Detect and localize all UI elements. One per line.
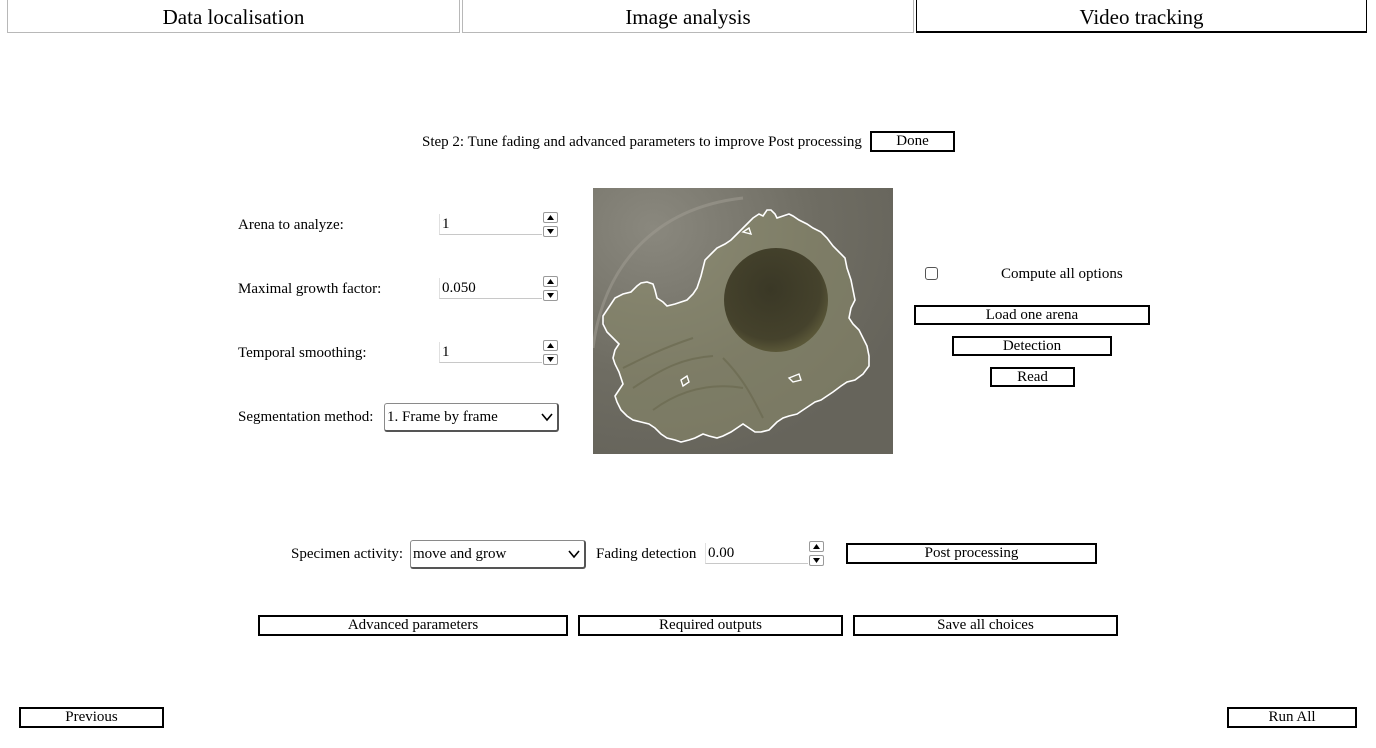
segmentation-select[interactable]: 1. Frame by frame — [384, 403, 559, 432]
tab-data-localisation[interactable]: Data localisation — [7, 0, 460, 33]
smoothing-decrement-button[interactable] — [543, 354, 558, 365]
smoothing-increment-button[interactable] — [543, 340, 558, 351]
fading-detection-input[interactable] — [705, 543, 808, 564]
step-instruction: Step 2: Tune fading and advanced paramet… — [422, 134, 862, 150]
previous-button[interactable]: Previous — [19, 707, 164, 728]
save-all-choices-button[interactable]: Save all choices — [853, 615, 1118, 636]
arena-preview-image — [593, 188, 893, 454]
triangle-down-icon — [547, 357, 554, 362]
tab-label: Data localisation — [162, 5, 305, 29]
triangle-down-icon — [813, 558, 820, 563]
compute-all-label: Compute all options — [1001, 266, 1123, 282]
triangle-up-icon — [813, 544, 820, 549]
smoothing-input[interactable] — [439, 342, 542, 363]
advanced-parameters-button[interactable]: Advanced parameters — [258, 615, 568, 636]
chevron-down-icon — [568, 550, 580, 559]
read-button[interactable]: Read — [990, 367, 1075, 387]
growth-increment-button[interactable] — [543, 276, 558, 287]
triangle-up-icon — [547, 343, 554, 348]
specimen-activity-label: Specimen activity: — [291, 546, 404, 562]
run-all-button[interactable]: Run All — [1227, 707, 1357, 728]
fading-increment-button[interactable] — [809, 541, 824, 552]
colony-center — [724, 248, 828, 352]
required-outputs-button[interactable]: Required outputs — [578, 615, 843, 636]
arena-increment-button[interactable] — [543, 212, 558, 223]
detection-button[interactable]: Detection — [952, 336, 1112, 356]
arena-input[interactable] — [439, 214, 542, 235]
tab-video-tracking[interactable]: Video tracking — [916, 0, 1367, 33]
tab-image-analysis[interactable]: Image analysis — [462, 0, 914, 33]
arena-decrement-button[interactable] — [543, 226, 558, 237]
smoothing-label: Temporal smoothing: — [238, 345, 367, 361]
load-one-arena-button[interactable]: Load one arena — [914, 305, 1150, 325]
arena-label: Arena to analyze: — [238, 217, 344, 233]
tab-label: Image analysis — [625, 5, 751, 29]
growth-input[interactable] — [439, 278, 542, 299]
triangle-down-icon — [547, 293, 554, 298]
growth-label: Maximal growth factor: — [238, 281, 382, 297]
triangle-up-icon — [547, 215, 554, 220]
compute-all-checkbox[interactable] — [925, 267, 938, 280]
triangle-up-icon — [547, 279, 554, 284]
segmentation-value: 1. Frame by frame — [387, 409, 498, 425]
segmentation-label: Segmentation method: — [238, 409, 374, 425]
triangle-down-icon — [547, 229, 554, 234]
chevron-down-icon — [541, 413, 553, 422]
specimen-activity-select[interactable]: move and grow — [410, 540, 586, 569]
post-processing-button[interactable]: Post processing — [846, 543, 1097, 564]
growth-decrement-button[interactable] — [543, 290, 558, 301]
done-button[interactable]: Done — [870, 131, 955, 152]
tab-label: Video tracking — [1079, 5, 1204, 29]
specimen-activity-value: move and grow — [413, 546, 507, 562]
fading-detection-label: Fading detection — [596, 546, 697, 562]
fading-decrement-button[interactable] — [809, 555, 824, 566]
